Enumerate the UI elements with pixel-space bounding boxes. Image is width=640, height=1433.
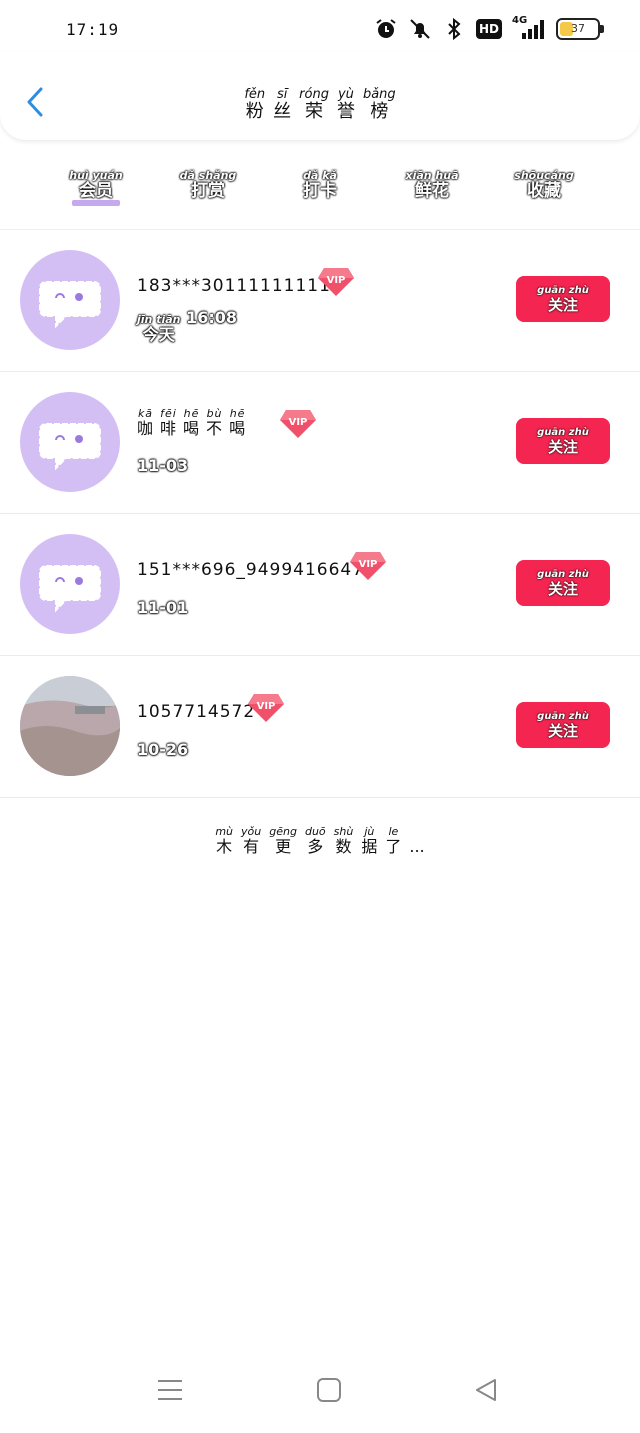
back-nav-button[interactable] [466, 1370, 506, 1410]
follow-button[interactable]: guān zhù 关注 [516, 418, 610, 464]
tab-tip[interactable]: dǎ shǎng 打赏 [178, 164, 238, 200]
alarm-icon [374, 17, 398, 41]
ruby-char: hē 喝 [183, 407, 201, 438]
vip-badge-icon: VIP [280, 410, 316, 438]
vip-badge-icon: VIP [248, 694, 284, 722]
ruby-char: jù 据 [361, 825, 378, 856]
ruby-char: le 了 [385, 825, 402, 856]
visit-time: 16:08 [186, 308, 237, 327]
tab-checkin[interactable]: dǎ kǎ 打卡 [290, 164, 350, 200]
header: fěn 粉 sī 丝 róng 荣 yù 誉 bǎng 榜 [0, 52, 640, 140]
tab-bar: huì yuán 会员 dǎ shǎng 打赏 dǎ kǎ 打卡 xiān huā 鲜花… [0, 160, 640, 230]
visit-date: 11-03 [137, 456, 189, 475]
ruby-char: kā 咖 [137, 407, 155, 438]
chevron-left-icon [27, 87, 43, 117]
ruby-char: sī 丝 [273, 87, 292, 122]
tab-favorites[interactable]: shōucáng 收藏 [514, 164, 574, 200]
no-more-data-text: mù 木 yǒu 有 gēng 更 duō 多 shù 数 jù 据 le 了... [0, 820, 640, 855]
status-time: 17:19 [66, 20, 120, 39]
ruby-char: fēi 啡 [160, 407, 178, 438]
ruby-char: fěn 粉 [244, 87, 266, 122]
landscape-photo [20, 676, 120, 776]
ruby-char: róng 荣 [299, 87, 329, 122]
ruby-char: gēng 更 [269, 825, 297, 856]
avatar[interactable] [20, 392, 120, 492]
svg-text:VIP: VIP [257, 701, 276, 712]
mute-icon [408, 17, 432, 41]
chat-bubble-icon [39, 423, 101, 471]
fan-honor-list-page: 17:19 HD 4G 37 fěn 粉 sī 丝 róng 荣 yù 誉 bǎ… [0, 0, 640, 1433]
active-tab-indicator [72, 200, 120, 206]
chat-bubble-icon [39, 565, 101, 613]
menu-icon [158, 1380, 182, 1400]
battery-level: 37 [571, 22, 585, 35]
user-name: 151***696_9499416647 [137, 560, 365, 580]
visit-date: jīn tiān 今天 16:08 [137, 308, 237, 344]
battery-icon: 37 [556, 18, 604, 40]
user-name: 1057714572 [137, 702, 256, 722]
avatar[interactable] [20, 676, 120, 776]
ruby-char: bǎng 榜 [362, 87, 396, 122]
avatar[interactable] [20, 250, 120, 350]
list-item[interactable]: 183***30111111111 VIP jīn tiān 今天 16:08 g… [0, 230, 640, 372]
ruby-char: yù 誉 [336, 87, 355, 122]
visit-date: 11-01 [137, 598, 189, 617]
bluetooth-icon [442, 17, 466, 41]
svg-text:VIP: VIP [359, 559, 378, 570]
svg-text:VIP: VIP [289, 417, 308, 428]
home-square-icon [317, 1378, 341, 1402]
status-icons: HD 4G 37 [374, 14, 604, 44]
list-item[interactable]: 151***696_9499416647 VIP 11-01 guān zhù 关… [0, 514, 640, 656]
vip-badge-icon: VIP [318, 268, 354, 296]
page-title: fěn 粉 sī 丝 róng 荣 yù 誉 bǎng 榜 [200, 88, 440, 121]
follow-button[interactable]: guān zhù 关注 [516, 560, 610, 606]
visit-date: 10-26 [137, 740, 189, 759]
ruby-char: yǒu 有 [241, 825, 262, 856]
ruby-char: mù 木 [215, 825, 234, 856]
avatar[interactable] [20, 534, 120, 634]
ruby-char: shù 数 [333, 825, 354, 856]
user-name: kā 咖 fēi 啡 hē 喝 bù 不 hē 喝 [137, 408, 246, 437]
ruby-char: duō 多 [304, 825, 326, 856]
follow-button[interactable]: guān zhù 关注 [516, 276, 610, 322]
tab-flowers[interactable]: xiān huā 鲜花 [402, 164, 462, 200]
status-bar: 17:19 HD 4G 37 [0, 0, 640, 60]
ruby-char: ... [409, 837, 425, 856]
fan-list: 183***30111111111 VIP jīn tiān 今天 16:08 g… [0, 230, 640, 798]
svg-text:VIP: VIP [327, 275, 346, 286]
network-label: 4G [512, 15, 528, 26]
triangle-back-icon [476, 1379, 496, 1401]
list-item[interactable]: 1057714572 VIP 10-26 guān zhù 关注 [0, 656, 640, 798]
ruby-char: bù 不 [206, 407, 224, 438]
menu-button[interactable] [150, 1370, 190, 1410]
ruby-char: hē 喝 [229, 407, 247, 438]
back-button[interactable] [20, 82, 50, 122]
follow-button[interactable]: guān zhù 关注 [516, 702, 610, 748]
signal-icon: 4G [512, 15, 546, 41]
vip-badge-icon: VIP [350, 552, 386, 580]
tab-member[interactable]: huì yuán 会员 [66, 164, 126, 200]
list-item[interactable]: kā 咖 fēi 啡 hē 喝 bù 不 hē 喝 VIP 11-03 guān zhù 关注 [0, 372, 640, 514]
home-button[interactable] [309, 1370, 349, 1410]
user-name: 183***30111111111 [137, 276, 331, 296]
system-nav-bar [0, 1360, 640, 1420]
chat-bubble-icon [39, 281, 101, 329]
hd-badge: HD [475, 19, 502, 39]
